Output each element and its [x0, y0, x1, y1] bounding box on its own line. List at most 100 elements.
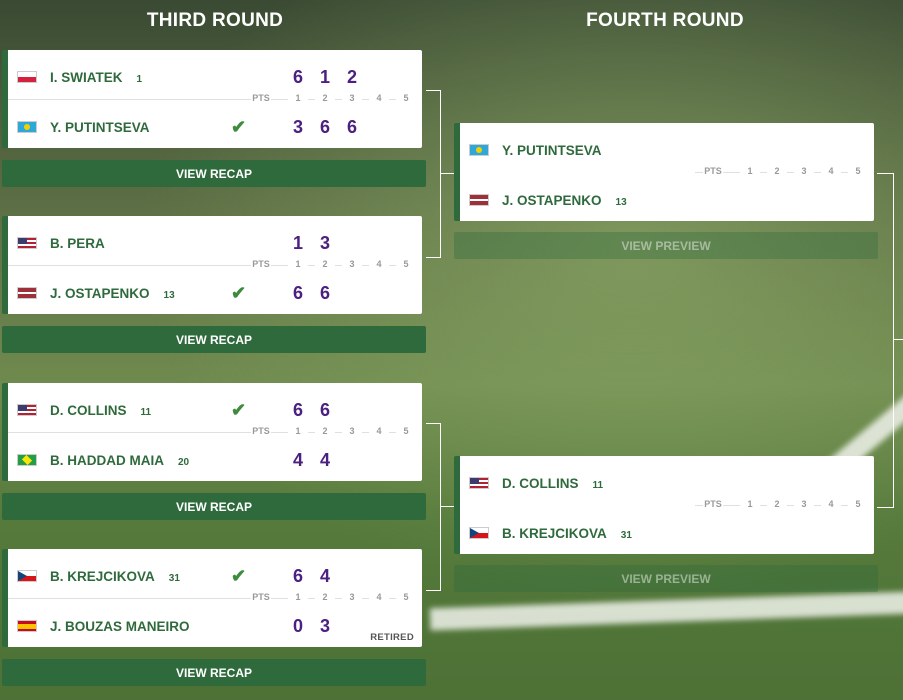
set-4-label: 4: [369, 426, 389, 436]
set-score: 6: [346, 116, 357, 137]
player-row: I. SWIATEK 1 6 1 2: [8, 62, 422, 92]
set-5-label: 5: [848, 499, 868, 509]
set-3-label: 3: [342, 93, 362, 103]
player-name: B. KREJCIKOVA: [502, 525, 607, 541]
player-seed: 13: [615, 196, 627, 208]
spain-flag-icon: [17, 620, 37, 632]
player-row: J. OSTAPENKO 13: [460, 185, 874, 215]
match-card[interactable]: Y. PUTINTSEVA PTS 1 2 3 4 5 J. OSTAPENKO…: [454, 123, 874, 221]
poland-flag-icon: [17, 71, 37, 83]
set-2-label: 2: [315, 259, 335, 269]
set-1-label: 1: [288, 259, 308, 269]
retired-status: RETIRED: [370, 632, 414, 643]
pts-label: PTS: [251, 592, 271, 602]
set-2-label: 2: [767, 499, 787, 509]
set-5-label: 5: [396, 93, 416, 103]
set-3-label: 3: [794, 166, 814, 176]
player-seed: 20: [178, 456, 190, 468]
view-recap-button[interactable]: VIEW RECAP: [2, 160, 426, 187]
kazakhstan-flag-icon: [17, 121, 37, 133]
player-name: D. COLLINS: [502, 475, 579, 491]
divider: [8, 432, 398, 433]
set-5-label: 5: [848, 166, 868, 176]
set-4-label: 4: [369, 93, 389, 103]
latvia-flag-icon: [17, 287, 37, 299]
player-seed: 11: [140, 406, 152, 418]
set-score: 3: [319, 615, 330, 636]
bracket-connector: [893, 339, 903, 340]
set-score: 4: [292, 449, 303, 470]
player-seed: 13: [163, 289, 175, 301]
brazil-flag-icon: [17, 454, 37, 466]
match-card[interactable]: B. PERA 1 3 PTS 1 2 3 4 5 J. OSTAPENKO 13…: [2, 216, 422, 314]
set-1-label: 1: [740, 499, 760, 509]
set-score: 3: [319, 232, 330, 253]
pts-label: PTS: [703, 499, 723, 509]
set-score: 0: [292, 615, 303, 636]
bracket-connector: [426, 90, 441, 258]
player-row: J. OSTAPENKO 13 ✔ 6 6: [8, 278, 422, 308]
player-seed: 31: [620, 529, 632, 541]
usa-flag-icon: [469, 477, 489, 489]
player-name: J. OSTAPENKO: [50, 285, 150, 301]
set-score: 4: [319, 449, 330, 470]
player-name: J. BOUZAS MANEIRO: [50, 618, 190, 634]
set-5-label: 5: [396, 592, 416, 602]
set-score: 3: [292, 116, 303, 137]
view-recap-button[interactable]: VIEW RECAP: [2, 659, 426, 686]
set-score: 4: [319, 565, 330, 586]
set-score: 1: [292, 232, 303, 253]
bracket-connector: [440, 173, 454, 174]
view-recap-button[interactable]: VIEW RECAP: [2, 326, 426, 353]
set-score: 6: [319, 282, 330, 303]
set-score: 6: [319, 116, 330, 137]
pts-label: PTS: [251, 426, 271, 436]
player-row: D. COLLINS 11: [460, 468, 874, 498]
set-score: 2: [346, 66, 357, 87]
set-5-label: 5: [396, 259, 416, 269]
set-score: 6: [292, 565, 303, 586]
set-1-label: 1: [288, 426, 308, 436]
set-1-label: 1: [288, 592, 308, 602]
third-round-title: THIRD ROUND: [146, 10, 284, 31]
set-score: 6: [319, 399, 330, 420]
player-name: B. HADDAD MAIA: [50, 452, 164, 468]
view-preview-button[interactable]: VIEW PREVIEW: [454, 565, 878, 592]
set-score: 6: [292, 66, 303, 87]
view-preview-button[interactable]: VIEW PREVIEW: [454, 232, 878, 259]
match-card[interactable]: I. SWIATEK 1 6 1 2 PTS 1 2 3 4 5 Y. PUTIN…: [2, 50, 422, 148]
bracket-connector: [877, 173, 894, 508]
fourth-round-title: FOURTH ROUND: [586, 10, 744, 31]
player-name: D. COLLINS: [50, 402, 127, 418]
player-seed: 31: [168, 572, 180, 584]
player-name: B. KREJCIKOVA: [50, 568, 155, 584]
player-row: B. HADDAD MAIA 20 4 4: [8, 445, 422, 475]
bracket-connector: [426, 423, 441, 591]
match-card[interactable]: D. COLLINS 11 ✔ 6 6 PTS 1 2 3 4 5 B. HADD…: [2, 383, 422, 481]
player-name: Y. PUTINTSEVA: [502, 142, 602, 158]
set-3-label: 3: [794, 499, 814, 509]
set-score: 6: [292, 282, 303, 303]
czech-flag-icon: [469, 527, 489, 539]
set-1-label: 1: [288, 93, 308, 103]
winner-check-icon: ✔: [231, 399, 247, 420]
kazakhstan-flag-icon: [469, 144, 489, 156]
player-row: D. COLLINS 11 ✔ 6 6: [8, 395, 422, 425]
set-5-label: 5: [396, 426, 416, 436]
pts-label: PTS: [251, 259, 271, 269]
player-row: Y. PUTINTSEVA ✔ 3 6 6: [8, 112, 422, 142]
winner-check-icon: ✔: [231, 116, 247, 137]
usa-flag-icon: [17, 237, 37, 249]
set-2-label: 2: [315, 592, 335, 602]
set-4-label: 4: [821, 499, 841, 509]
winner-check-icon: ✔: [231, 565, 247, 586]
match-card[interactable]: D. COLLINS 11 PTS 1 2 3 4 5 B. KREJCIKOVA…: [454, 456, 874, 554]
player-name: B. PERA: [50, 235, 105, 251]
player-row: B. KREJCIKOVA 31 ✔ 6 4: [8, 561, 422, 591]
winner-check-icon: ✔: [231, 282, 247, 303]
player-name: Y. PUTINTSEVA: [50, 119, 150, 135]
match-card[interactable]: B. KREJCIKOVA 31 ✔ 6 4 PTS 1 2 3 4 5 J. B…: [2, 549, 422, 647]
view-recap-button[interactable]: VIEW RECAP: [2, 493, 426, 520]
set-2-label: 2: [315, 426, 335, 436]
court-line: [429, 591, 903, 631]
